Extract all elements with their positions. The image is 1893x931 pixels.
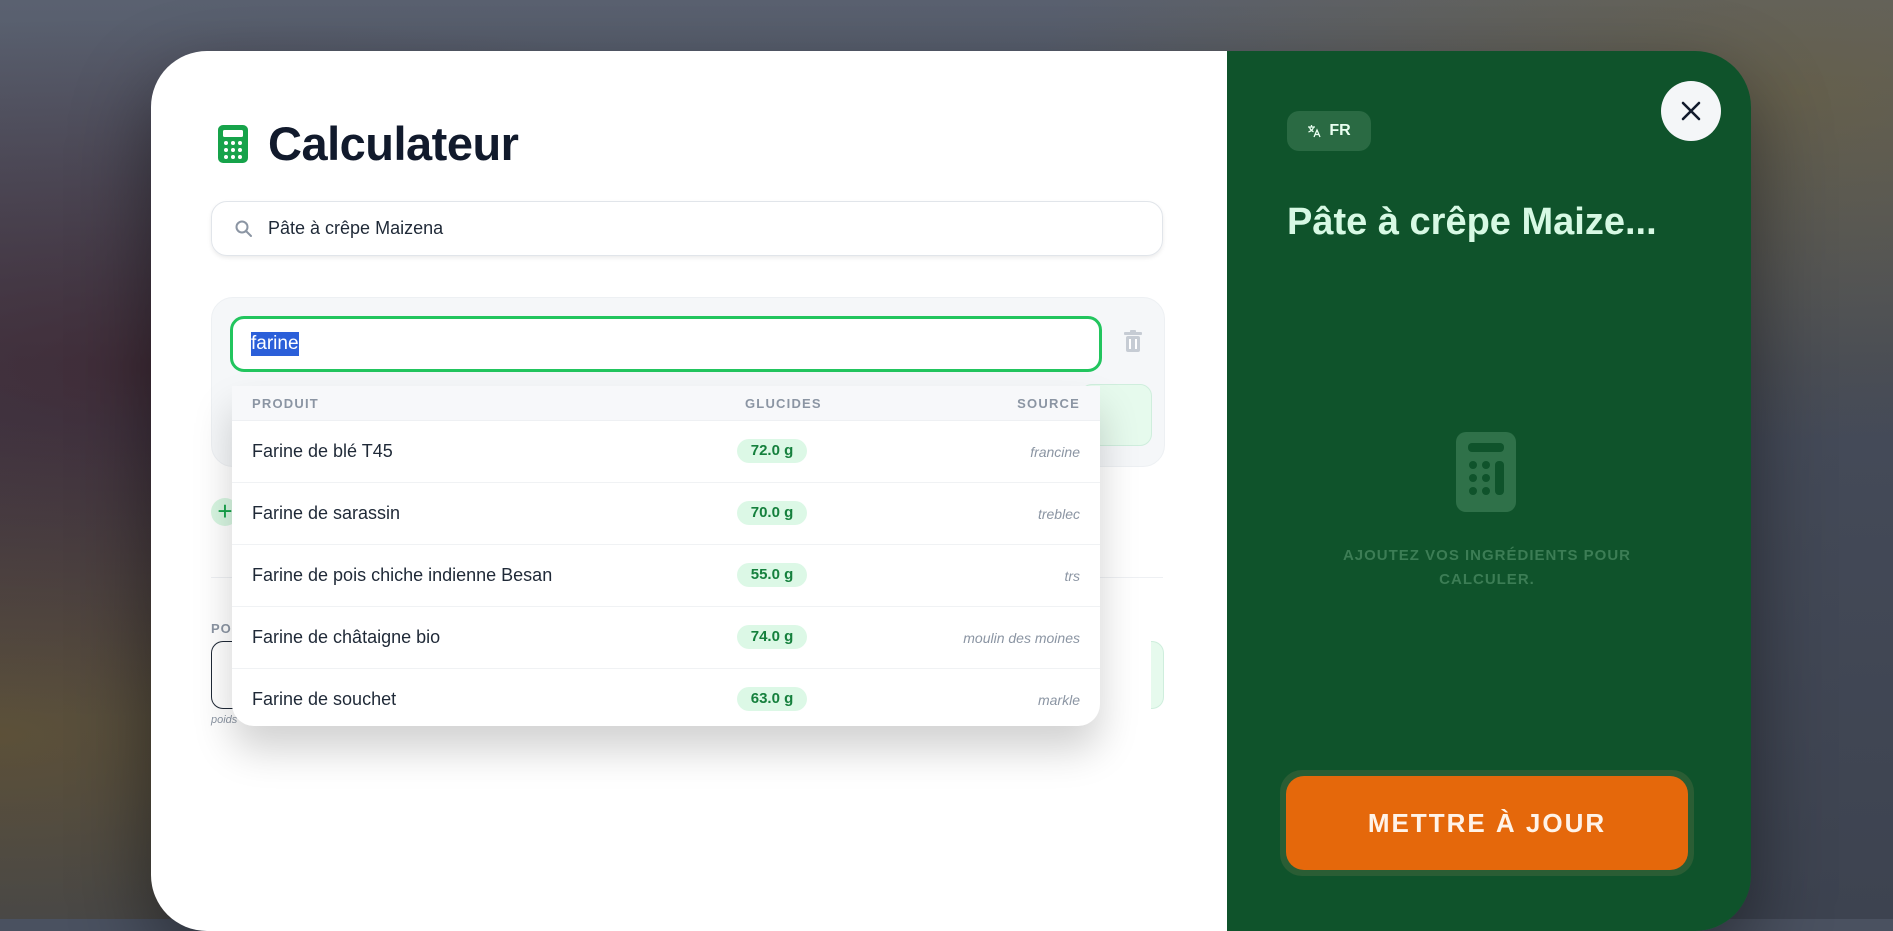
- calculator-icon: [1456, 432, 1516, 512]
- update-button[interactable]: METTRE À JOUR: [1286, 776, 1688, 870]
- suggestion-row[interactable]: Farine de souchet 63.0 g markle: [232, 669, 1100, 726]
- calculator-modal: Calculateur Pâte à crêpe Maizena farine …: [151, 51, 1751, 931]
- ingredient-suggestions: PRODUIT GLUCIDES SOURCE Farine de blé T4…: [232, 386, 1100, 726]
- search-value: Pâte à crêpe Maizena: [268, 218, 444, 238]
- product-source: moulin des moines: [963, 630, 1080, 646]
- ingredient-value: farine: [251, 332, 299, 356]
- product-source: trs: [1064, 568, 1080, 584]
- product-name: Farine de sarassin: [252, 503, 401, 523]
- suggestion-row[interactable]: Farine de blé T45 72.0 g francine: [232, 421, 1100, 483]
- product-name: Farine de blé T45: [252, 441, 393, 461]
- header-source: SOURCE: [1017, 396, 1080, 411]
- carb-badge: 70.0 g: [737, 501, 807, 525]
- close-button[interactable]: [1661, 81, 1721, 141]
- carb-badge: 72.0 g: [737, 439, 807, 463]
- header: Calculateur: [218, 116, 519, 171]
- trash-icon[interactable]: [1124, 330, 1142, 352]
- calculator-panel: Calculateur Pâte à crêpe Maizena farine …: [151, 51, 1227, 931]
- suggestion-row[interactable]: Farine de pois chiche indienne Besan 55.…: [232, 545, 1100, 607]
- product-name: Farine de châtaigne bio: [252, 627, 441, 647]
- product-name: Farine de souchet: [252, 689, 397, 709]
- portion-label: PO: [211, 621, 232, 636]
- carb-badge: 74.0 g: [737, 625, 807, 649]
- ingredient-input[interactable]: farine: [230, 316, 1102, 372]
- close-icon: [1681, 101, 1701, 121]
- suggestion-row[interactable]: Farine de sarassin 70.0 g treblec: [232, 483, 1100, 545]
- header-product: PRODUIT: [252, 396, 319, 411]
- suggestions-header: PRODUIT GLUCIDES SOURCE: [232, 386, 1100, 421]
- result-panel: FR Pâte à crêpe Maize... AJOUTEZ VOS ING…: [1227, 51, 1751, 931]
- carb-badge: 63.0 g: [737, 687, 807, 711]
- recipe-search-input[interactable]: Pâte à crêpe Maizena: [211, 201, 1163, 256]
- translate-icon: [1308, 125, 1321, 138]
- language-code: FR: [1329, 122, 1351, 139]
- page-title: Calculateur: [268, 117, 519, 170]
- suggestion-row[interactable]: Farine de châtaigne bio 74.0 g moulin de…: [232, 607, 1100, 669]
- calculator-icon: [218, 124, 248, 163]
- carb-badge: 55.0 g: [737, 563, 807, 587]
- product-source: francine: [1030, 444, 1080, 460]
- header-carbs: GLUCIDES: [745, 396, 822, 411]
- empty-state-text: AJOUTEZ VOS INGRÉDIENTS POUR CALCULER.: [1342, 547, 1632, 588]
- product-source: markle: [1037, 692, 1080, 708]
- search-icon: [235, 220, 252, 237]
- language-button[interactable]: FR: [1287, 111, 1371, 151]
- recipe-title: Pâte à crêpe Maize...: [1287, 201, 1657, 243]
- update-button-frame: METTRE À JOUR: [1280, 770, 1694, 876]
- product-source: treblec: [1037, 506, 1080, 522]
- product-name: Farine de pois chiche indienne Besan: [252, 565, 553, 585]
- result-box: [1151, 641, 1164, 709]
